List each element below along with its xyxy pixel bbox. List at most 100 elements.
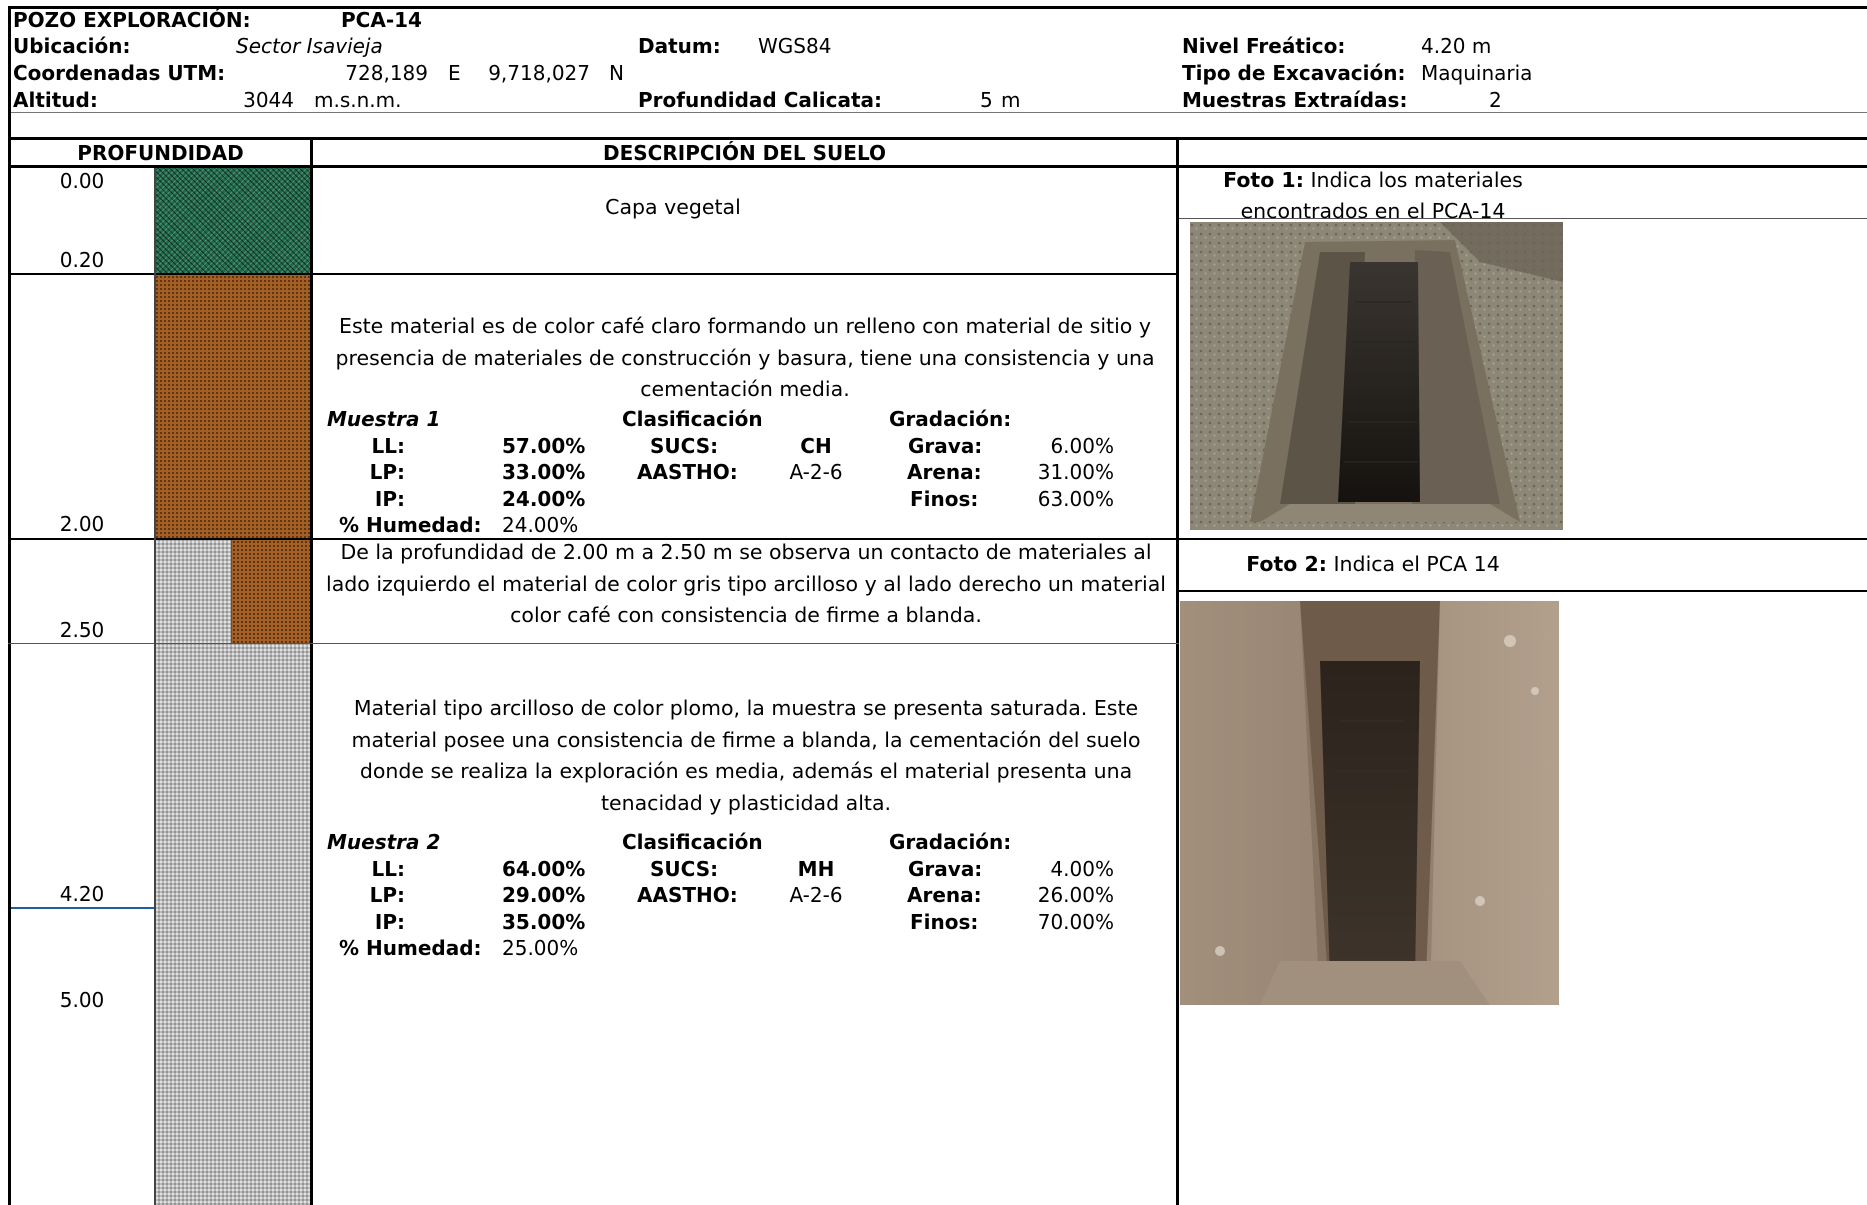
soil-log-sheet: POZO EXPLORACIÓN: PCA-14 Ubicación: Sect… <box>0 0 1867 1205</box>
strata-contacto-gris <box>155 540 232 643</box>
muestra-1-arena-label: Arena: <box>907 460 982 484</box>
muestra-1-clasificacion-label: Clasificación <box>622 407 763 431</box>
foto-1-caption: Foto 1: Indica los materiales encontrado… <box>1182 165 1564 227</box>
nivel-freatico-line <box>11 907 154 909</box>
descripcion-right-border <box>1176 138 1179 1205</box>
muestra-1-ll-value: 57.00% <box>502 434 586 458</box>
muestra-1-finos-value: 63.00% <box>1037 487 1114 511</box>
top-border <box>8 6 1867 9</box>
nivel-freatico-label: Nivel Freático: <box>1182 34 1346 58</box>
foto-1-image <box>1190 222 1563 530</box>
coordenada-norte-unit: N <box>609 61 624 85</box>
profundidad-right-border <box>310 138 313 1205</box>
left-border <box>8 6 11 1205</box>
muestra-2-sucs-value: MH <box>797 857 835 881</box>
muestras-extraidas-value: 2 <box>1489 88 1502 112</box>
muestra-1-grava-value: 6.00% <box>1050 434 1114 458</box>
altitud-label: Altitud: <box>13 88 98 112</box>
descripcion-relleno: Este material es de color café claro for… <box>335 314 1155 401</box>
profundidad-calicata-unit: m <box>1001 88 1021 112</box>
muestra-2-humedad-label: % Humedad: <box>339 936 482 960</box>
strata-arcilla-plomo <box>155 644 310 1205</box>
profundidad-calicata-label: Profundidad Calicata: <box>638 88 882 112</box>
datum-label: Datum: <box>638 34 721 58</box>
excavation-photo-1 <box>1190 222 1563 530</box>
header-bottom-border <box>8 137 1867 140</box>
datum-value: WGS84 <box>758 34 832 58</box>
muestra-2-arena-value: 26.00% <box>1037 883 1114 907</box>
strata-contacto-cafe <box>232 540 310 643</box>
foto-1-label: Foto 1: <box>1223 168 1304 192</box>
muestra-2-aastho-value: A-2-6 <box>789 883 843 907</box>
muestra-1-humedad-label: % Humedad: <box>339 513 482 537</box>
muestra-2-clasificacion-label: Clasificación <box>622 830 763 854</box>
descripcion-arcilla: Material tipo arcilloso de color plomo, … <box>351 696 1141 815</box>
coordenada-este: 728,189 <box>345 61 428 85</box>
foto2-caption-divider <box>1179 590 1867 592</box>
muestra-1-ip-value: 24.00% <box>502 487 586 511</box>
muestra-1-lp-label: LP: <box>369 460 405 484</box>
descripcion-contacto: De la profundidad de 2.00 m a 2.50 m se … <box>326 540 1166 627</box>
strata-capa-vegetal <box>155 168 310 273</box>
muestra-1-aastho-value: A-2-6 <box>789 460 843 484</box>
nivel-freatico-value: 4.20 m <box>1421 34 1492 58</box>
depth-label-3: 2.50 <box>59 618 105 642</box>
muestra-2-ll-value: 64.00% <box>502 857 586 881</box>
muestra-1-lp-value: 33.00% <box>502 460 586 484</box>
coordenada-este-unit: E <box>448 61 461 85</box>
muestra-2-finos-label: Finos: <box>910 910 979 934</box>
altitud-value: 3044 <box>243 88 294 112</box>
foto-2-text: Indica el PCA 14 <box>1333 552 1500 576</box>
coordenada-norte: 9,718,027 <box>488 61 590 85</box>
pozo-value: PCA-14 <box>341 8 422 32</box>
ubicacion-value: Sector Isavieja <box>236 34 383 58</box>
coordenadas-label: Coordenadas UTM: <box>13 61 226 85</box>
profundidad-column-header: PROFUNDIDAD <box>77 141 244 165</box>
muestras-extraidas-label: Muestras Extraídas: <box>1182 88 1408 112</box>
depth-label-0: 0.00 <box>59 169 105 193</box>
descripcion-column-header: DESCRIPCIÓN DEL SUELO <box>603 141 886 165</box>
muestra-2-sucs-label: SUCS: <box>650 857 719 881</box>
descripcion-capa-vegetal: Capa vegetal <box>605 195 741 219</box>
muestra-1-humedad-value: 24.00% <box>502 513 579 537</box>
tipo-excavacion-label: Tipo de Excavación: <box>1182 61 1406 85</box>
muestra-2-aastho-label: AASTHO: <box>637 883 738 907</box>
tipo-excavacion-value: Maquinaria <box>1421 61 1533 85</box>
strata-column-left-border <box>154 168 156 1205</box>
muestra-2-ll-label: LL: <box>371 857 406 881</box>
muestra-1-ip-label: IP: <box>374 487 405 511</box>
muestra-2-ip-value: 35.00% <box>502 910 586 934</box>
muestra-1-finos-label: Finos: <box>910 487 979 511</box>
muestra-1-ll-label: LL: <box>371 434 406 458</box>
muestra-2-finos-value: 70.00% <box>1037 910 1114 934</box>
foto-2-label: Foto 2: <box>1246 552 1327 576</box>
muestra-2-gradacion-label: Gradación: <box>889 830 1012 854</box>
muestra-2-ip-label: IP: <box>374 910 405 934</box>
altitud-unit: m.s.n.m. <box>314 88 402 112</box>
pozo-label: POZO EXPLORACIÓN: <box>13 8 251 32</box>
foto-2-image <box>1180 601 1559 1005</box>
depth-label-1: 0.20 <box>59 248 105 272</box>
muestra-1-aastho-label: AASTHO: <box>637 460 738 484</box>
muestra-2-lp-value: 29.00% <box>502 883 586 907</box>
muestra-1-grava-label: Grava: <box>908 434 983 458</box>
muestra-2-grava-value: 4.00% <box>1050 857 1114 881</box>
muestra-1-sucs-label: SUCS: <box>650 434 719 458</box>
muestra-2-arena-label: Arena: <box>907 883 982 907</box>
muestra-2-lp-label: LP: <box>369 883 405 907</box>
depth-label-2: 2.00 <box>59 512 105 536</box>
depth-label-4: 4.20 <box>59 882 105 906</box>
foto-2-caption: Foto 2: Indica el PCA 14 <box>1182 549 1564 580</box>
muestra-2-humedad-value: 25.00% <box>502 936 579 960</box>
muestra-2-grava-label: Grava: <box>908 857 983 881</box>
muestra-1-gradacion-label: Gradación: <box>889 407 1012 431</box>
header-divider <box>8 112 1867 113</box>
excavation-photo-2 <box>1180 601 1559 1005</box>
ubicacion-label: Ubicación: <box>13 34 131 58</box>
depth-label-5: 5.00 <box>59 988 105 1012</box>
strata-relleno-cafe <box>155 275 310 538</box>
muestra-1-arena-value: 31.00% <box>1037 460 1114 484</box>
strata-contact-divider <box>231 540 232 643</box>
muestra-2-title: Muestra 2 <box>327 830 441 854</box>
muestra-1-sucs-value: CH <box>800 434 832 458</box>
